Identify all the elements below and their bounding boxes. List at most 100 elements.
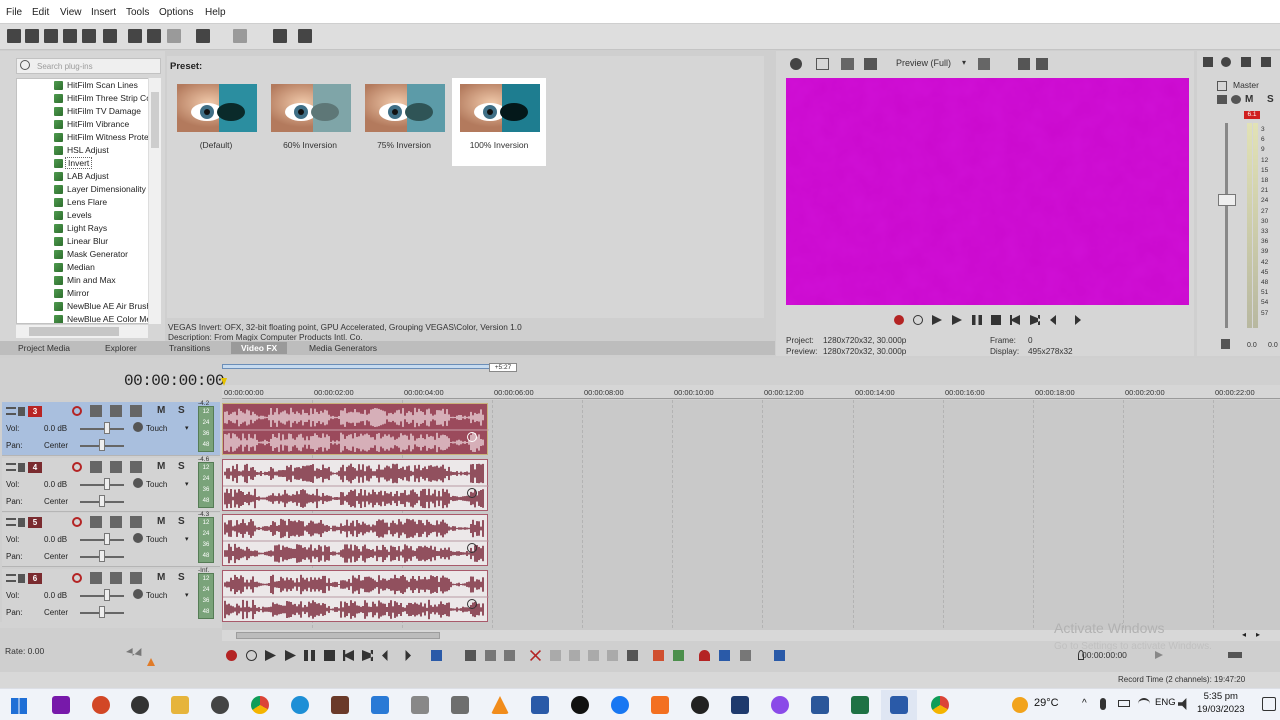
region-icon[interactable] bbox=[673, 650, 684, 661]
clip-fx-icon[interactable] bbox=[467, 543, 477, 553]
solo-button[interactable]: S bbox=[178, 461, 185, 472]
plugin-item[interactable]: Min and Max bbox=[17, 274, 152, 287]
trim-start-icon[interactable] bbox=[569, 650, 580, 661]
plugin-item[interactable]: Levels bbox=[17, 209, 152, 222]
open-icon[interactable] bbox=[25, 29, 39, 43]
loop-region[interactable] bbox=[222, 364, 490, 369]
trim-end-icon[interactable] bbox=[588, 650, 599, 661]
downmix-icon[interactable] bbox=[1261, 57, 1271, 67]
loop-icon[interactable] bbox=[246, 650, 257, 661]
new-icon[interactable] bbox=[7, 29, 21, 43]
automation-mode[interactable]: Touch bbox=[146, 480, 167, 489]
menu-help[interactable]: Help bbox=[205, 7, 226, 18]
mute-button[interactable]: M bbox=[157, 461, 165, 472]
split-icon[interactable] bbox=[607, 650, 618, 661]
record-icon[interactable] bbox=[894, 315, 904, 325]
master-mute-button[interactable]: M bbox=[1245, 94, 1253, 105]
plugin-item[interactable]: HitFilm Witness Prote bbox=[17, 131, 152, 144]
plugin-item[interactable]: Light Rays bbox=[17, 222, 152, 235]
properties-icon[interactable] bbox=[103, 29, 117, 43]
automation-mode[interactable]: Touch bbox=[146, 424, 167, 433]
peak-indicator[interactable]: 6.1 bbox=[1244, 111, 1260, 119]
plugin-item[interactable]: NewBlue AE Color Me bbox=[17, 313, 152, 323]
selection-tool-icon[interactable] bbox=[485, 650, 496, 661]
collapse-icon[interactable] bbox=[18, 462, 25, 472]
zoom-controls[interactable]: ◂ ▸ bbox=[1240, 630, 1280, 641]
preset-100-inversion[interactable]: 100% Inversion bbox=[452, 78, 546, 166]
auto-ripple-icon[interactable] bbox=[774, 650, 785, 661]
redo-icon[interactable] bbox=[233, 29, 247, 43]
audio-track-5[interactable]: 5 M S Vol: 0.0 dB Touch ▾ Pan: Center -4… bbox=[0, 511, 1280, 568]
trim-icon[interactable] bbox=[550, 650, 561, 661]
master-fader[interactable] bbox=[1218, 194, 1236, 206]
arm-record-icon[interactable] bbox=[72, 517, 82, 527]
chrome-icon[interactable] bbox=[251, 696, 269, 714]
clip-fx-icon[interactable] bbox=[467, 598, 477, 609]
microphone-icon[interactable] bbox=[1100, 698, 1106, 710]
close-icon[interactable] bbox=[1203, 57, 1213, 67]
record-icon[interactable] bbox=[226, 650, 237, 661]
plugin-item[interactable]: Linear Blur bbox=[17, 235, 152, 248]
menu-tools[interactable]: Tools bbox=[126, 7, 149, 18]
previous-frame-icon[interactable] bbox=[382, 650, 388, 661]
plugin-item-selected[interactable]: Invert bbox=[17, 157, 152, 170]
onenote-icon[interactable] bbox=[52, 696, 70, 714]
play-from-start-icon[interactable] bbox=[265, 650, 276, 661]
audio-clip[interactable] bbox=[222, 569, 489, 622]
timeline-scroll-thumb[interactable] bbox=[236, 632, 440, 639]
track-motion-icon[interactable] bbox=[130, 405, 142, 417]
music-app-icon[interactable] bbox=[211, 696, 229, 714]
plugin-item[interactable]: HitFilm Three Strip Co bbox=[17, 92, 152, 105]
whats-this-help-icon[interactable] bbox=[298, 29, 312, 43]
file-explorer-icon[interactable] bbox=[171, 696, 189, 714]
media-app-icon[interactable] bbox=[131, 696, 149, 714]
audio-track-4[interactable]: 4 M S Vol: 0.0 dB Touch ▾ Pan: Center -4… bbox=[0, 456, 1280, 513]
edge-icon[interactable] bbox=[291, 696, 309, 714]
track-fx-icon[interactable] bbox=[90, 405, 102, 417]
preset-default[interactable]: (Default) bbox=[169, 78, 263, 166]
clip-fx-icon[interactable] bbox=[467, 432, 477, 442]
mute-button[interactable]: M bbox=[157, 405, 165, 416]
go-to-start-icon[interactable] bbox=[1010, 315, 1020, 325]
store-icon[interactable] bbox=[371, 696, 389, 714]
app-icon[interactable] bbox=[691, 696, 709, 714]
normal-edit-tool-icon[interactable] bbox=[431, 650, 442, 661]
tab-media-generators[interactable]: Media Generators bbox=[309, 342, 377, 354]
chevron-down-icon[interactable]: ▾ bbox=[962, 58, 966, 67]
solo-button[interactable]: S bbox=[178, 516, 185, 527]
automation-icon[interactable] bbox=[110, 460, 122, 473]
volume-slider[interactable] bbox=[80, 594, 124, 597]
go-to-end-icon[interactable] bbox=[362, 650, 373, 661]
zoom-out-icon[interactable]: ▸ bbox=[1256, 630, 1260, 639]
external-monitor-icon[interactable] bbox=[816, 58, 829, 70]
volume-slider[interactable] bbox=[80, 483, 124, 486]
chevron-down-icon[interactable]: ▾ bbox=[185, 480, 189, 488]
arm-record-icon[interactable] bbox=[72, 461, 82, 472]
collapse-icon[interactable] bbox=[18, 573, 25, 583]
menu-edit[interactable]: Edit bbox=[32, 7, 49, 18]
timeline-ruler[interactable]: 00:00:00:00 00:00:02:00 00:00:04:00 00:0… bbox=[222, 385, 1280, 399]
clip-fx-icon[interactable] bbox=[467, 487, 477, 498]
weather-icon[interactable] bbox=[1012, 697, 1028, 713]
split-screen-icon[interactable] bbox=[841, 58, 854, 70]
zoom-tool-icon[interactable] bbox=[504, 650, 515, 661]
gear-icon[interactable] bbox=[1231, 95, 1241, 104]
undo-icon[interactable] bbox=[196, 29, 210, 43]
preview-quality-dropdown[interactable]: Preview (Full) bbox=[896, 58, 951, 68]
grid-icon[interactable] bbox=[978, 58, 990, 70]
vlc-icon[interactable] bbox=[491, 696, 509, 714]
language-indicator[interactable]: ENG bbox=[1155, 697, 1176, 708]
plugin-item[interactable]: Layer Dimensionality bbox=[17, 183, 152, 196]
rate-slider-handle[interactable] bbox=[126, 648, 148, 656]
speaker-icon[interactable] bbox=[1178, 698, 1187, 710]
plugin-item[interactable]: HitFilm TV Damage bbox=[17, 105, 152, 118]
track-motion-icon[interactable] bbox=[130, 571, 142, 584]
search-plugins-input[interactable]: Search plug-ins bbox=[16, 58, 161, 74]
plugin-item[interactable]: Mirror bbox=[17, 287, 152, 300]
play-icon[interactable] bbox=[285, 650, 296, 661]
save-as-icon[interactable] bbox=[63, 29, 77, 43]
app-icon[interactable] bbox=[731, 696, 749, 714]
gear-icon[interactable] bbox=[790, 58, 802, 70]
pan-slider-handle[interactable] bbox=[99, 605, 105, 618]
copy-snapshot-icon[interactable] bbox=[1018, 58, 1030, 70]
